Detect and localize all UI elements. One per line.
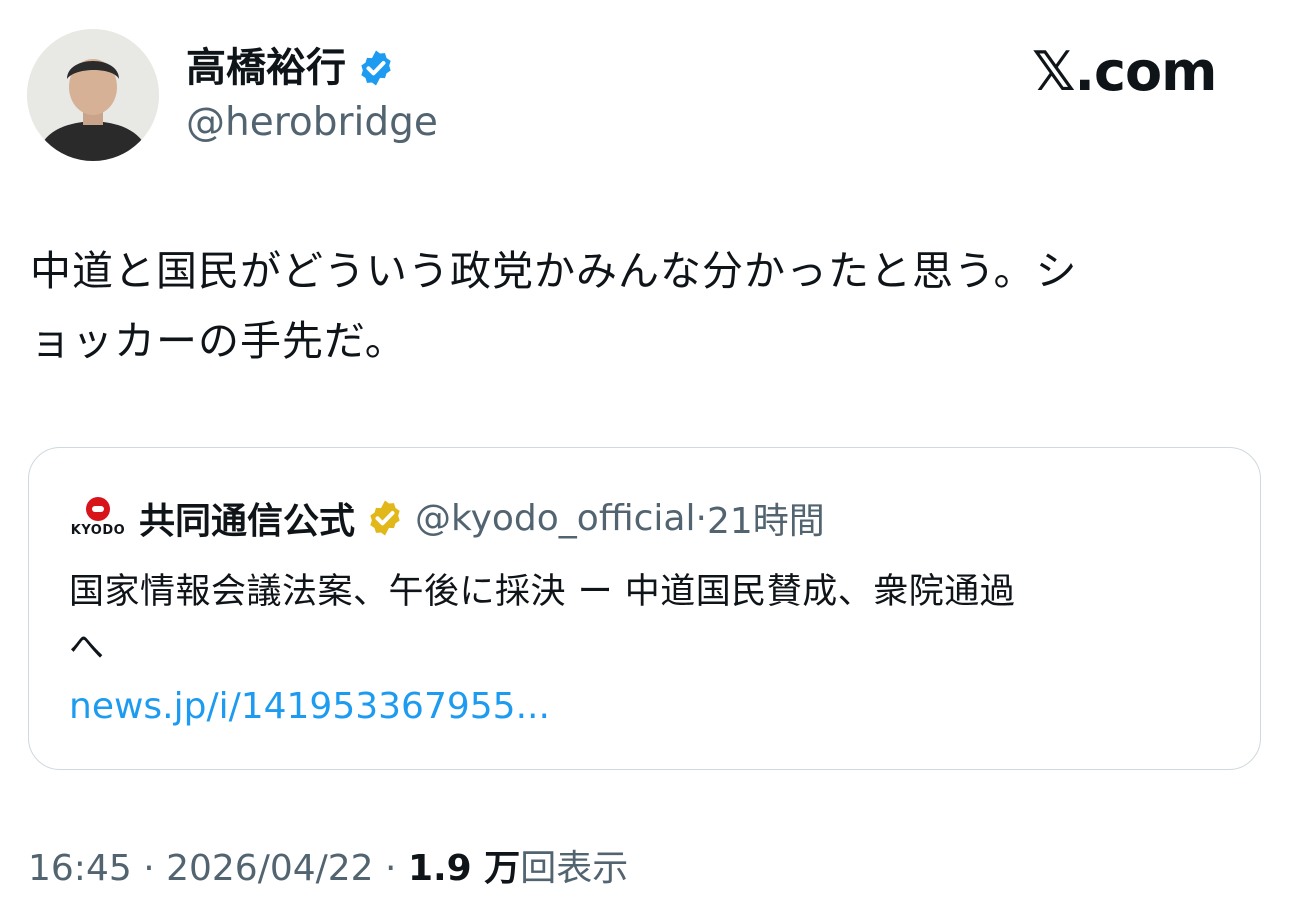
quoted-time-ago[interactable]: 21時間 bbox=[707, 492, 825, 544]
quoted-author-name[interactable]: 共同通信公式 bbox=[139, 492, 355, 544]
quoted-news-link[interactable]: news.jp/i/141953367955... bbox=[69, 682, 550, 732]
meta-separator: · bbox=[373, 848, 408, 889]
meta-separator: · bbox=[131, 848, 167, 889]
quoted-tweet-card[interactable]: KYODO 共同通信公式 @kyodo_official · 21時間 国家情報… bbox=[28, 447, 1261, 770]
views-label: 回表示 bbox=[520, 848, 629, 889]
quoted-tweet-header: KYODO 共同通信公式 @kyodo_official · 21時間 bbox=[69, 492, 825, 544]
verified-badge-icon bbox=[361, 50, 391, 86]
kyodo-logo-text: KYODO bbox=[70, 523, 126, 538]
quoted-author-handle[interactable]: @kyodo_official bbox=[415, 498, 695, 539]
author-handle[interactable]: @herobridge bbox=[186, 98, 438, 148]
tweet-date[interactable]: 2026/04/22 bbox=[166, 848, 374, 889]
kyodo-mark-icon bbox=[86, 497, 110, 521]
avatar[interactable] bbox=[27, 29, 159, 161]
x-logo: 𝕏.com bbox=[1032, 40, 1217, 103]
kyodo-logo[interactable]: KYODO bbox=[69, 495, 127, 541]
dot-separator: · bbox=[695, 497, 707, 539]
gold-verified-badge-icon bbox=[370, 500, 400, 536]
tweet-text: 中道と国民がどういう政党かみんな分かったと思う。シ ョッカーの手先だ。 bbox=[30, 247, 1078, 365]
quoted-tweet-text: 国家情報会議法案、午後に採決 ー 中道国民賛成、衆院通過 へ bbox=[69, 572, 1016, 668]
person-avatar-icon bbox=[27, 29, 159, 161]
author-name-row[interactable]: 高橋裕行 bbox=[186, 42, 396, 94]
tweet-time[interactable]: 16:45 bbox=[28, 848, 132, 889]
tweet-meta: 16:45 · 2026/04/22 · 1.9 万回表示 bbox=[28, 844, 628, 894]
author-name[interactable]: 高橋裕行 bbox=[186, 42, 346, 94]
view-count[interactable]: 1.9 万 bbox=[408, 848, 520, 889]
